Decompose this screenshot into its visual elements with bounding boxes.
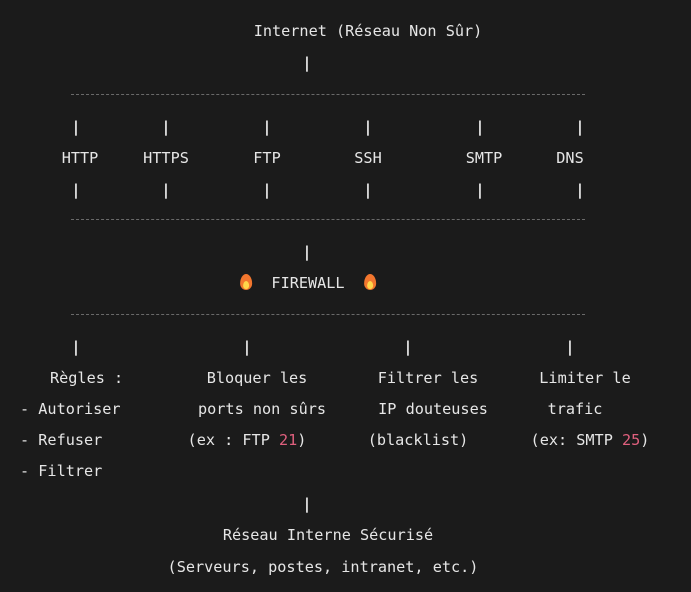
connector-pipe: | <box>575 181 585 199</box>
connector-pipe: | <box>71 118 81 136</box>
connector-pipe: | <box>575 118 585 136</box>
middle-dashed-separator <box>71 219 585 220</box>
fire-icon <box>363 273 377 291</box>
connector-pipe: | <box>475 118 485 136</box>
limit-traffic-example: (ex: SMTP 25) <box>530 431 650 449</box>
rule-item: - Refuser <box>20 431 103 449</box>
connector-pipe: | <box>565 338 575 356</box>
internal-network-title: Réseau Interne Sécurisé <box>222 526 434 544</box>
connector-pipe: | <box>161 118 171 136</box>
rules-heading: Règles : <box>50 369 124 387</box>
protocol-ftp: FTP <box>253 149 281 167</box>
ascii-network-diagram: Internet (Réseau Non Sûr) | | | | | | | … <box>0 0 691 592</box>
rule-item: - Autoriser <box>20 400 121 418</box>
limit-traffic-line: trafic <box>547 400 603 418</box>
internal-network-subtitle: (Serveurs, postes, intranet, etc.) <box>167 558 479 576</box>
connector-pipe: | <box>262 118 272 136</box>
filter-ip-line: IP douteuses <box>378 400 488 418</box>
top-dashed-separator <box>71 94 585 95</box>
protocol-smtp: SMTP <box>465 149 503 167</box>
bottom-dashed-separator <box>71 314 585 315</box>
connector-pipe: | <box>262 181 272 199</box>
fire-icon <box>239 273 253 291</box>
connector-pipe: | <box>71 338 81 356</box>
protocol-https: HTTPS <box>143 149 189 167</box>
firewall-label: FIREWALL <box>271 274 345 292</box>
block-ports-line: Bloquer les <box>206 369 308 387</box>
connector-pipe: | <box>363 181 373 199</box>
connector-pipe: | <box>302 495 312 513</box>
block-ports-line: ports non sûrs <box>197 400 327 418</box>
connector-pipe: | <box>302 243 312 261</box>
port-number: 21 <box>278 431 298 449</box>
connector-pipe: | <box>475 181 485 199</box>
connector-pipe: | <box>161 181 171 199</box>
filter-ip-line: Filtrer les <box>377 369 479 387</box>
protocol-dns: DNS <box>556 149 584 167</box>
connector-pipe: | <box>302 54 312 72</box>
connector-pipe: | <box>71 181 81 199</box>
protocol-http: HTTP <box>61 149 99 167</box>
connector-pipe: | <box>403 338 413 356</box>
firewall-node: FIREWALL <box>239 273 377 293</box>
internet-label: Internet (Réseau Non Sûr) <box>253 22 483 40</box>
port-number: 25 <box>621 431 641 449</box>
block-ports-example: (ex : FTP 21) <box>187 431 307 449</box>
protocol-ssh: SSH <box>354 149 382 167</box>
connector-pipe: | <box>363 118 373 136</box>
rule-item: - Filtrer <box>20 462 103 480</box>
filter-ip-line: (blacklist) <box>367 431 469 449</box>
limit-traffic-line: Limiter le <box>539 369 631 387</box>
connector-pipe: | <box>242 338 252 356</box>
